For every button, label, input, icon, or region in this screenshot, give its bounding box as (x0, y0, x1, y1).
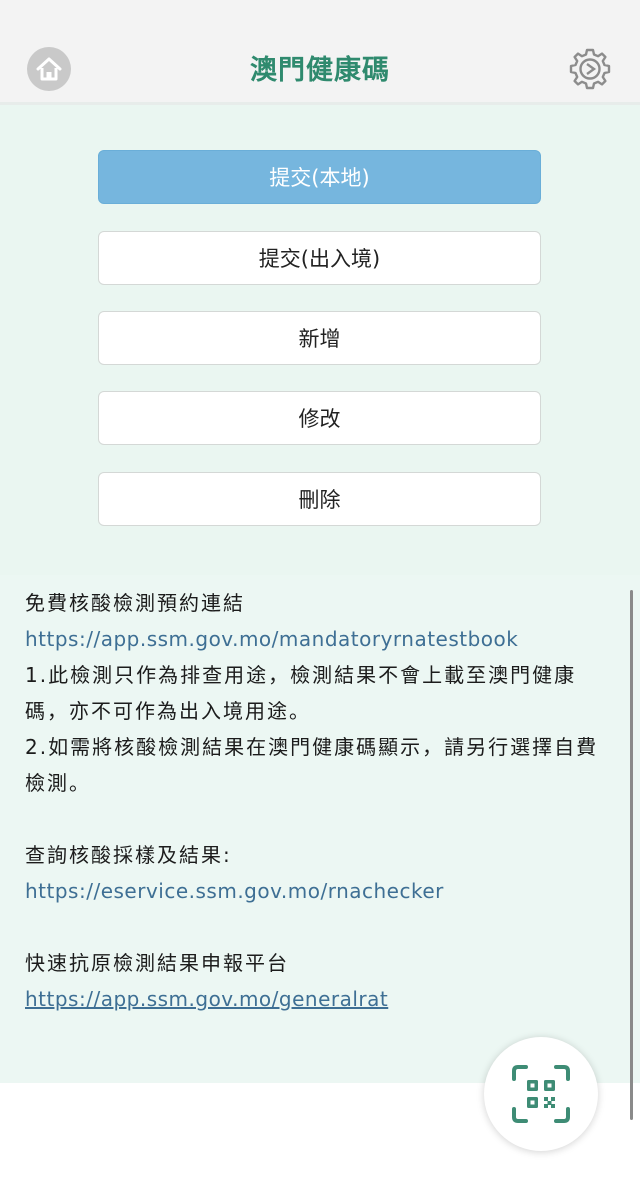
submit-local-button[interactable]: 提交(本地) (98, 150, 541, 204)
query-heading: 查詢核酸採樣及結果: (25, 843, 232, 867)
delete-button[interactable]: 刪除 (98, 472, 541, 526)
main-panel: 提交(本地) 提交(出入境) 新增 修改 刪除 免費核酸檢測預約連結 https… (0, 105, 640, 1083)
submit-border-button[interactable]: 提交(出入境) (98, 231, 541, 285)
rat-heading: 快速抗原檢測結果申報平台 (25, 951, 289, 975)
app-header: 澳門健康碼 (0, 0, 640, 105)
rat-link[interactable]: https://app.ssm.gov.mo/generalrat (25, 981, 605, 1017)
info-text: 免費核酸檢測預約連結 https://app.ssm.gov.mo/mandat… (25, 585, 605, 1017)
scrollbar[interactable] (630, 590, 633, 1120)
add-button[interactable]: 新增 (98, 311, 541, 365)
note-2: 2.如需將核酸檢測結果在澳門健康碼顯示，請另行選擇自費檢測。 (25, 735, 599, 795)
gear-icon (569, 48, 611, 90)
booking-link[interactable]: https://app.ssm.gov.mo/mandatoryrnatestb… (25, 621, 605, 657)
query-link[interactable]: https://eservice.ssm.gov.mo/rnachecker (25, 873, 605, 909)
settings-button[interactable] (567, 46, 613, 92)
app-title: 澳門健康碼 (250, 55, 390, 86)
booking-heading: 免費核酸檢測預約連結 (25, 591, 245, 615)
info-section: 免費核酸檢測預約連結 https://app.ssm.gov.mo/mandat… (0, 575, 640, 1083)
edit-button[interactable]: 修改 (98, 391, 541, 445)
qr-scan-button[interactable] (484, 1037, 598, 1151)
note-1: 1.此檢測只作為排查用途，檢測結果不會上載至澳門健康碼，亦不可作為出入境用途。 (25, 663, 577, 723)
qr-code-scan-icon (512, 1065, 570, 1123)
